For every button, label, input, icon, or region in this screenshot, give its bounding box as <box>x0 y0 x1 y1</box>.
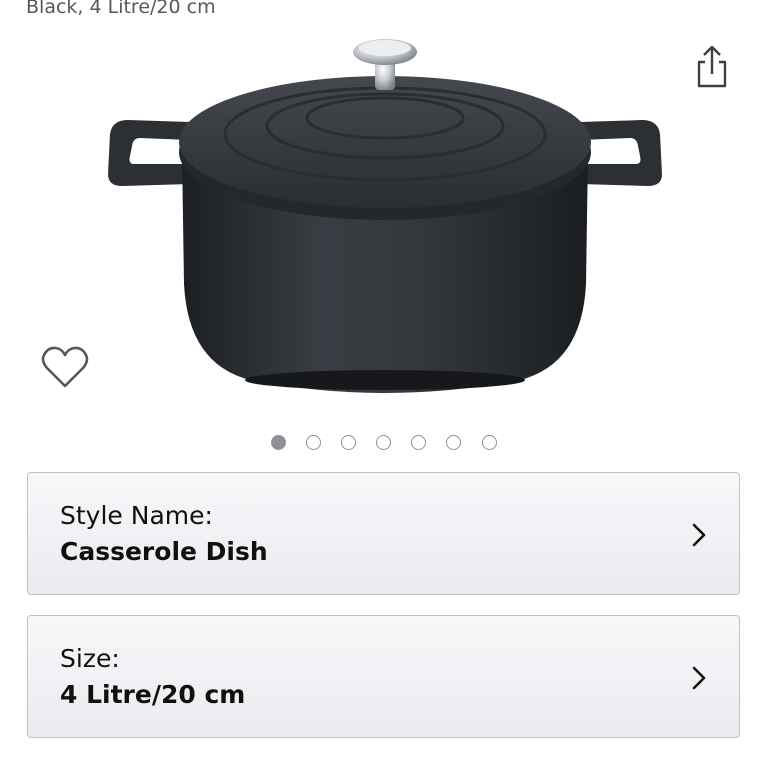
carousel-dot[interactable] <box>341 435 356 450</box>
product-image[interactable] <box>100 34 670 400</box>
heart-outline-icon[interactable] <box>40 344 90 390</box>
carousel-dot[interactable] <box>446 435 461 450</box>
size-value: 4 Litre/20 cm <box>60 680 246 709</box>
carousel-dot[interactable] <box>306 435 321 450</box>
style-name-value: Casserole Dish <box>60 537 268 566</box>
size-label: Size: <box>60 644 120 673</box>
image-carousel-dots <box>0 434 768 454</box>
carousel-dot[interactable] <box>482 435 497 450</box>
style-name-label: Style Name: <box>60 501 213 530</box>
chevron-right-icon <box>692 523 706 547</box>
chevron-right-icon <box>692 666 706 690</box>
style-name-selector[interactable]: Style Name: Casserole Dish <box>27 472 740 595</box>
carousel-dot[interactable] <box>271 435 286 450</box>
carousel-dot[interactable] <box>411 435 426 450</box>
carousel-dot[interactable] <box>376 435 391 450</box>
product-variant-subtitle: Black, 4 Litre/20 cm <box>26 0 216 18</box>
share-icon[interactable] <box>692 44 732 90</box>
size-selector[interactable]: Size: 4 Litre/20 cm <box>27 615 740 738</box>
